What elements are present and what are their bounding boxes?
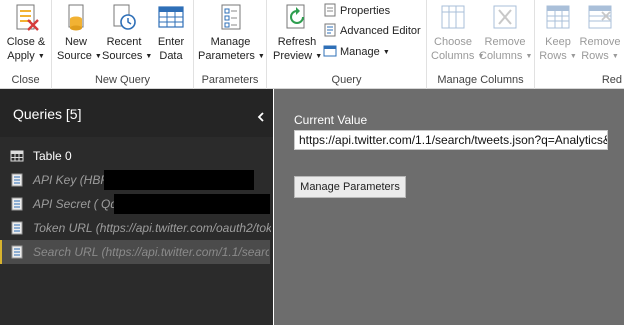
queries-panel: Queries [5] Table 0 API Key (HBF API Sec… bbox=[0, 89, 273, 325]
clock-document-icon bbox=[110, 2, 138, 32]
group-label-manage-columns: Manage Columns bbox=[437, 74, 524, 86]
chevron-down-icon: ▼ bbox=[94, 53, 102, 60]
query-item-table-0[interactable]: Table 0 bbox=[0, 144, 273, 168]
refresh-preview-button[interactable]: Refresh Preview ▼ bbox=[273, 2, 323, 64]
table-icon bbox=[157, 2, 185, 32]
recent-sources-button[interactable]: Recent Sources ▼ bbox=[102, 2, 152, 64]
parameter-icon bbox=[10, 221, 24, 235]
query-item-label: API Secret ( QdB bbox=[33, 197, 126, 211]
chevron-down-icon: ▼ bbox=[37, 53, 45, 60]
refresh-icon bbox=[283, 2, 311, 32]
chevron-down-icon: ▼ bbox=[315, 53, 323, 60]
group-label-reduce-rows: Red bbox=[601, 74, 622, 86]
parameter-editor: Current Value https://api.twitter.com/1.… bbox=[274, 89, 624, 325]
group-label-close: Close bbox=[11, 74, 40, 86]
parameters-group: Manage Parameters ▼ Parameters bbox=[194, 0, 267, 89]
table-icon bbox=[10, 149, 24, 163]
current-value-input[interactable]: https://api.twitter.com/1.1/search/tweet… bbox=[294, 130, 608, 150]
query-item-token-url[interactable]: Token URL (https://api.twitter.com/oauth… bbox=[0, 216, 273, 240]
collapse-panel-icon[interactable] bbox=[257, 109, 265, 122]
manage-icon bbox=[323, 44, 337, 58]
close-apply-button[interactable]: Close & Apply ▼ bbox=[3, 2, 49, 64]
remove-columns-button[interactable]: Remove Columns ▼ bbox=[479, 2, 533, 64]
query-list: Table 0 API Key (HBF API Secret ( QdB To… bbox=[0, 144, 273, 264]
remove-columns-icon bbox=[491, 2, 519, 32]
chevron-down-icon: ▼ bbox=[525, 53, 533, 60]
redaction-bar bbox=[104, 170, 254, 190]
choose-columns-icon bbox=[439, 2, 467, 32]
remove-rows-button[interactable]: Remove Rows ▼ bbox=[579, 2, 621, 64]
query-group: Refresh Preview ▼ Properties Advanced Ed… bbox=[267, 0, 427, 89]
new-query-group: New Source ▼ Recent Sources ▼ Enter Data… bbox=[52, 0, 194, 89]
new-source-button[interactable]: New Source ▼ bbox=[57, 2, 102, 64]
ribbon: Close & Apply ▼ Close New Source ▼ Recen… bbox=[0, 0, 624, 89]
choose-columns-button[interactable]: Choose Columns ▼ bbox=[431, 2, 484, 64]
group-label-new-query: New Query bbox=[94, 74, 151, 86]
parameter-icon bbox=[10, 245, 24, 259]
remove-rows-icon bbox=[586, 2, 614, 32]
parameters-icon bbox=[217, 2, 245, 32]
keep-rows-icon bbox=[544, 2, 572, 32]
query-item-label: Search URL (https://api.twitter.com/1.1/… bbox=[33, 245, 269, 259]
manage-parameters-ribbon-button[interactable]: Manage Parameters ▼ bbox=[198, 2, 265, 64]
queries-panel-title: Queries [5] bbox=[13, 106, 82, 122]
manage-parameters-button[interactable]: Manage Parameters bbox=[294, 176, 406, 198]
manage-columns-group: Choose Columns ▼ Remove Columns ▼ Manage… bbox=[427, 0, 535, 89]
advanced-editor-button[interactable]: Advanced Editor bbox=[323, 22, 421, 40]
queries-panel-header: Queries [5] bbox=[0, 89, 273, 137]
group-label-query: Query bbox=[331, 74, 362, 86]
reduce-rows-group: Keep Rows ▼ Remove Rows ▼ Red bbox=[535, 0, 624, 89]
enter-data-button[interactable]: Enter Data bbox=[152, 2, 190, 63]
chevron-down-icon: ▼ bbox=[257, 53, 265, 60]
query-item-label: Table 0 bbox=[33, 149, 72, 163]
manage-button[interactable]: Manage ▼ bbox=[323, 43, 390, 61]
close-group: Close & Apply ▼ Close bbox=[0, 0, 52, 89]
advanced-editor-icon bbox=[323, 23, 337, 37]
query-item-api-secret[interactable]: API Secret ( QdB bbox=[0, 192, 273, 216]
query-item-label: Token URL (https://api.twitter.com/oauth… bbox=[33, 221, 271, 235]
database-icon bbox=[62, 2, 90, 32]
properties-icon bbox=[323, 3, 337, 17]
chevron-down-icon: ▼ bbox=[382, 49, 390, 56]
selection-indicator bbox=[0, 240, 2, 264]
current-value-label: Current Value bbox=[294, 113, 368, 127]
query-item-search-url[interactable]: Search URL (https://api.twitter.com/1.1/… bbox=[0, 240, 270, 264]
redaction-bar bbox=[114, 194, 270, 214]
properties-button[interactable]: Properties bbox=[323, 2, 390, 20]
parameter-icon bbox=[10, 197, 24, 211]
parameter-icon bbox=[10, 173, 24, 187]
chevron-down-icon: ▼ bbox=[611, 53, 619, 60]
keep-rows-button[interactable]: Keep Rows ▼ bbox=[539, 2, 577, 64]
close-apply-icon bbox=[12, 2, 40, 32]
query-item-api-key[interactable]: API Key (HBF bbox=[0, 168, 273, 192]
group-label-parameters: Parameters bbox=[201, 74, 259, 86]
query-item-label: API Key (HBF bbox=[33, 173, 108, 187]
chevron-down-icon: ▼ bbox=[569, 53, 577, 60]
